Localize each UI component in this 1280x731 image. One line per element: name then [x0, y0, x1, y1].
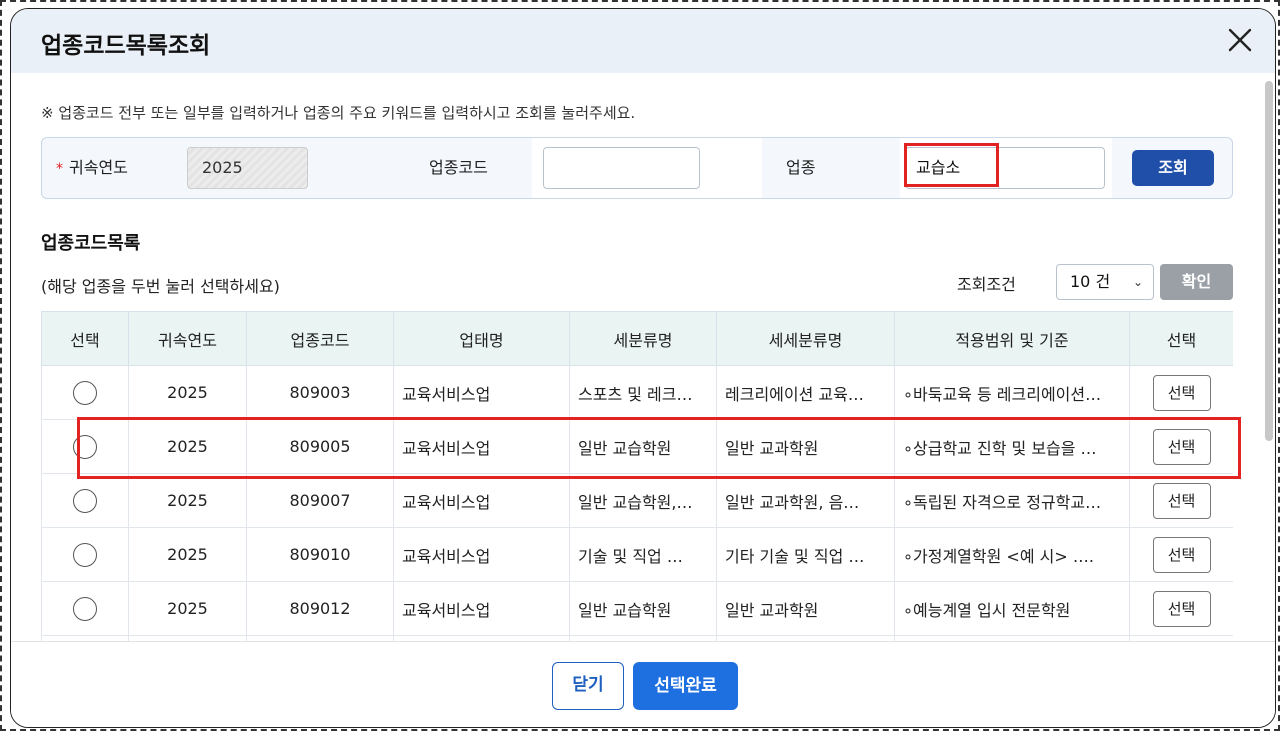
col-header-select-button: 선택 [1129, 311, 1233, 366]
row-radio[interactable] [73, 596, 97, 621]
row-year: 2025 [128, 581, 247, 636]
row-code: 809012 [246, 581, 394, 636]
row-radio[interactable] [73, 380, 97, 405]
industry-label: 업종 [786, 158, 816, 177]
dialog-title: 업종코드목록조회 [41, 33, 211, 59]
dialog-footer: 닫기 선택완료 [11, 641, 1275, 727]
code-label: 업종코드 [429, 158, 488, 177]
row-highlight-box [77, 417, 1241, 479]
table-row[interactable]: 2025 809003 교육서비스업 스포츠 및 레크… 레크리에이션 교육… … [41, 365, 1233, 420]
table-row[interactable]: 2025 809012 교육서비스업 일반 교습학원 일반 교과학원 ∘예능계열… [41, 581, 1233, 636]
row-subcategory: 일반 교습학원 [569, 581, 717, 636]
year-label: * 귀속연도 [56, 138, 128, 198]
row-code: 809010 [246, 527, 394, 582]
row-scope: ∘가정계열학원 <예 시> …. [894, 527, 1130, 582]
row-year: 2025 [128, 527, 247, 582]
row-year: 2025 [128, 473, 247, 528]
select-complete-button[interactable]: 선택완료 [633, 662, 738, 710]
col-header-select: 선택 [41, 311, 129, 366]
chevron-down-icon: ⌄ [1132, 275, 1143, 289]
year-label-text: 귀속연도 [69, 158, 128, 177]
close-icon[interactable] [1227, 27, 1253, 53]
scrollbar-thumb[interactable] [1265, 81, 1273, 441]
col-header-subsubcategory: 세세분류명 [716, 311, 895, 366]
industry-code-dialog: 업종코드목록조회 ※ 업종코드 전부 또는 일부를 입력하거나 업종의 주요 키… [10, 8, 1276, 728]
table-header-row: 선택 귀속연도 업종코드 업태명 세분류명 세세분류명 적용범위 및 기준 선택 [41, 311, 1233, 366]
row-subcategory: 일반 교습학원,… [569, 473, 717, 528]
row-scope: ∘예능계열 입시 전문학원 [894, 581, 1130, 636]
table-row[interactable]: 2025 809010 교육서비스업 기술 및 직업 … 기타 기술 및 직업 … [41, 527, 1233, 582]
page-size-select[interactable]: 10 건 ⌄ [1056, 264, 1154, 300]
close-button[interactable]: 닫기 [552, 662, 624, 710]
col-header-scope: 적용범위 및 기준 [894, 311, 1130, 366]
year-field: 2025 [187, 147, 308, 189]
row-subcategory: 스포츠 및 레크… [569, 365, 717, 420]
search-button[interactable]: 조회 [1132, 150, 1214, 186]
page-size-value: 10 건 [1070, 272, 1111, 291]
row-radio[interactable] [73, 542, 97, 567]
confirm-button[interactable]: 확인 [1160, 264, 1233, 300]
row-year: 2025 [128, 365, 247, 420]
row-subsubcategory: 레크리에이션 교육… [716, 365, 895, 420]
row-subsubcategory: 일반 교과학원, 음… [716, 473, 895, 528]
industry-code-input[interactable] [543, 147, 700, 189]
row-scope: ∘독립된 자격으로 정규학교… [894, 473, 1130, 528]
row-code: 809007 [246, 473, 394, 528]
row-subsubcategory: 기타 기술 및 직업 … [716, 527, 895, 582]
industry-highlight-box [904, 143, 999, 187]
row-select-button[interactable]: 선택 [1152, 590, 1211, 627]
col-header-business: 업태명 [393, 311, 570, 366]
row-radio[interactable] [73, 488, 97, 513]
col-header-year: 귀속연도 [128, 311, 247, 366]
row-business: 교육서비스업 [393, 581, 570, 636]
list-title: 업종코드목록 [41, 233, 141, 254]
dialog-header: 업종코드목록조회 [11, 9, 1275, 73]
row-subsubcategory: 일반 교과학원 [716, 581, 895, 636]
table-row[interactable]: 2025 809007 교육서비스업 일반 교습학원,… 일반 교과학원, 음…… [41, 473, 1233, 528]
row-business: 교육서비스업 [393, 527, 570, 582]
row-select-button[interactable]: 선택 [1152, 536, 1211, 573]
row-code: 809003 [246, 365, 394, 420]
condition-label: 조회조건 [957, 275, 1016, 294]
row-select-button[interactable]: 선택 [1152, 482, 1211, 519]
list-hint: (해당 업종을 두번 눌러 선택하세요) [41, 277, 280, 296]
required-mark: * [56, 161, 63, 177]
row-subcategory: 기술 및 직업 … [569, 527, 717, 582]
search-notice: ※ 업종코드 전부 또는 일부를 입력하거나 업종의 주요 키워드를 입력하시고… [41, 104, 636, 122]
row-business: 교육서비스업 [393, 365, 570, 420]
col-header-subcategory: 세분류명 [569, 311, 717, 366]
row-business: 교육서비스업 [393, 473, 570, 528]
row-scope: ∘바둑교육 등 레크리에이션… [894, 365, 1130, 420]
screen-frame: 업종코드목록조회 ※ 업종코드 전부 또는 일부를 입력하거나 업종의 주요 키… [0, 0, 1280, 731]
search-panel: * 귀속연도 2025 업종코드 업종 교습소 조회 [41, 137, 1233, 199]
col-header-code: 업종코드 [246, 311, 394, 366]
row-select-button[interactable]: 선택 [1152, 374, 1211, 411]
